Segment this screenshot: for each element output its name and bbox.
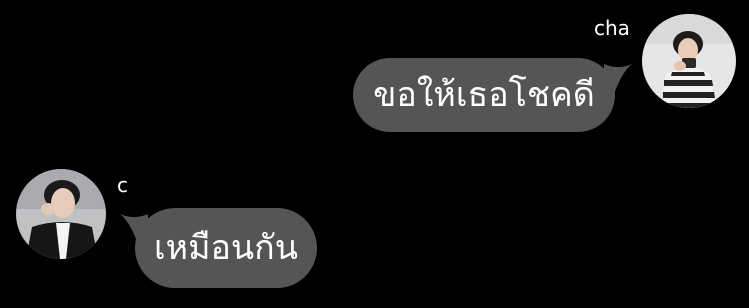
message-text-c: เหมือนกัน [154,228,298,268]
message-bubble-c[interactable]: เหมือนกัน [135,208,317,288]
message-bubble-cha[interactable]: ขอให้เธอโชคดี [353,58,615,132]
message-text-cha: ขอให้เธอโชคดี [373,75,595,115]
avatar-cha[interactable] [642,14,736,108]
avatar-cha-photo [642,14,736,108]
sender-name-cha: cha [594,16,630,40]
sender-name-c: c [117,173,128,197]
chat-view: cha ขอให้เธอโชคดี c เหมือนกัน [0,0,749,308]
avatar-c-photo [16,169,106,259]
avatar-c[interactable] [16,169,106,259]
